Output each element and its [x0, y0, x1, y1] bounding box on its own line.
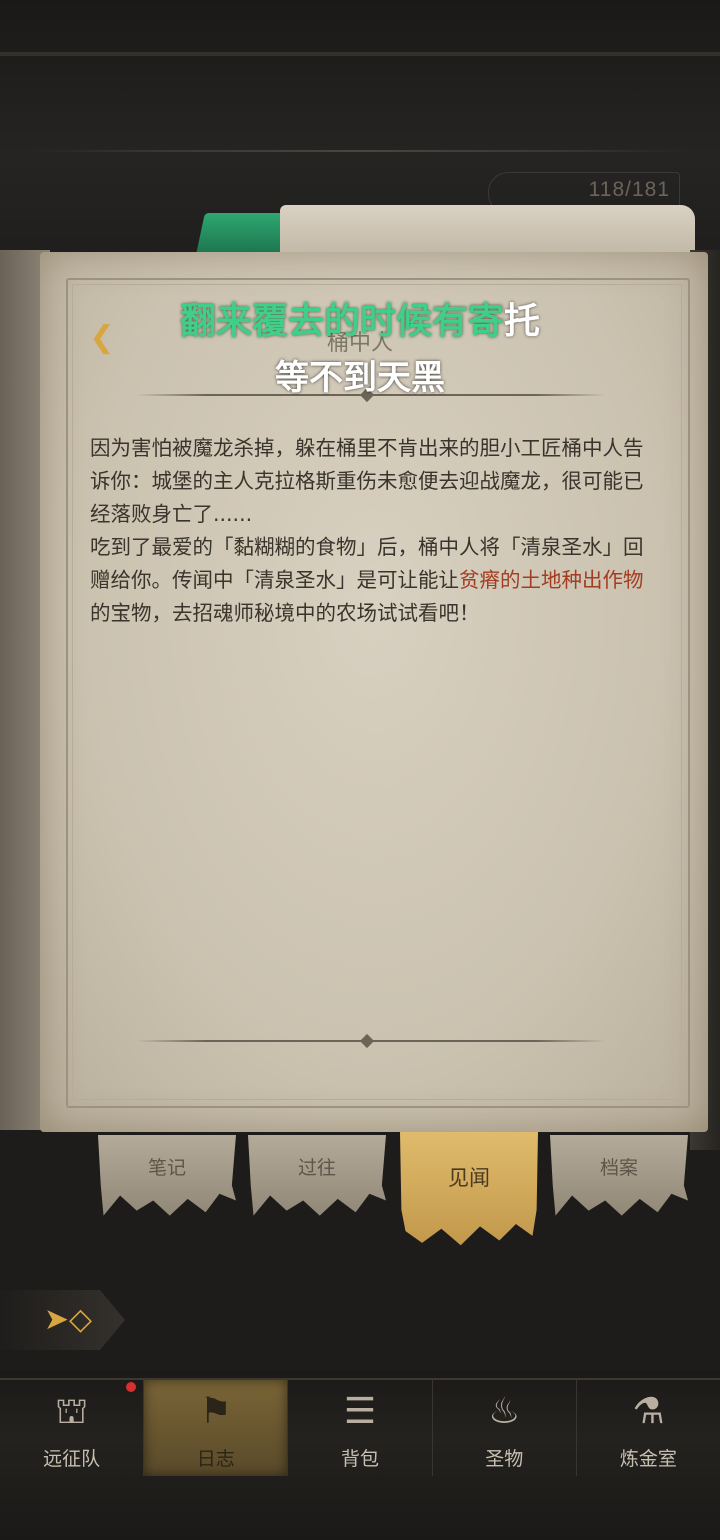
- ornament-divider: [30, 150, 690, 152]
- nav-backpack[interactable]: ☰ 背包: [288, 1380, 433, 1476]
- tab-archive-label: 档案: [599, 1157, 638, 1179]
- subtitle-line-1-green: 翻来覆去的时候有寄: [179, 301, 504, 342]
- tab-notes-label: 笔记: [147, 1157, 186, 1179]
- subtitle-line-1: 翻来覆去的时候有寄托: [0, 292, 720, 344]
- story-paragraph-1: 因为害怕被魔龙杀掉，躲在桶里不肯出来的胆小工匠桶中人告诉你：城堡的主人克拉格斯重…: [90, 436, 644, 526]
- nav-alchemy-label: 炼金室: [619, 1448, 677, 1470]
- tab-past-label: 过往: [297, 1157, 336, 1179]
- nav-journal-label: 日志: [196, 1448, 235, 1470]
- nav-relics-label: 圣物: [485, 1448, 524, 1470]
- page-counter: 118/181: [588, 178, 670, 201]
- alchemy-icon: ⚗: [632, 1391, 665, 1432]
- nav-expedition[interactable]: ⛫ 远征队: [0, 1380, 145, 1476]
- story-highlight: 贫瘠的土地种出作物: [459, 568, 644, 592]
- tab-past[interactable]: 过往: [248, 1135, 386, 1216]
- diamond-arrow-icon: ➤◇: [43, 1302, 93, 1337]
- nav-alchemy[interactable]: ⚗ 炼金室: [577, 1380, 720, 1476]
- nav-relics[interactable]: ♨ 圣物: [433, 1380, 577, 1476]
- tab-observations-label: 见闻: [448, 1166, 490, 1190]
- page-frame-inner: [72, 284, 682, 1100]
- story-text: 因为害怕被魔龙杀掉，躲在桶里不肯出来的胆小工匠桶中人告诉你：城堡的主人克拉格斯重…: [90, 432, 645, 630]
- journal-icon: ⚑: [199, 1391, 232, 1432]
- bottom-nav: ⛫ 远征队 ⚑ 日志 ☰ 背包 ♨ 圣物 ⚗ 炼金室: [0, 1380, 720, 1476]
- backpack-icon: ☰: [343, 1391, 377, 1432]
- tab-notes[interactable]: 笔记: [98, 1135, 236, 1216]
- story-paragraph-2-b: 的宝物，去招魂师秘境中的农场试试看吧！: [90, 601, 480, 625]
- nav-backpack-label: 背包: [341, 1448, 380, 1470]
- subtitle-line-2: 等不到天黑: [275, 358, 445, 398]
- tab-archive[interactable]: 档案: [550, 1135, 688, 1216]
- helmet-icon: ⛫: [55, 1391, 89, 1432]
- notification-dot: [126, 1382, 136, 1392]
- subtitle-line-1-white: 托: [504, 301, 541, 342]
- nav-expedition-label: 远征队: [43, 1448, 101, 1470]
- nav-journal[interactable]: ⚑ 日志: [144, 1380, 289, 1476]
- story-paragraph-2: 吃到了最爱的「黏糊糊的食物」后，桶中人将「清泉圣水」回赠给你。传闻中「清泉圣水」…: [90, 531, 645, 630]
- side-menu-button[interactable]: ➤◇: [0, 1290, 125, 1350]
- tab-observations[interactable]: 见闻: [400, 1132, 538, 1246]
- relic-icon: ♨: [488, 1391, 521, 1432]
